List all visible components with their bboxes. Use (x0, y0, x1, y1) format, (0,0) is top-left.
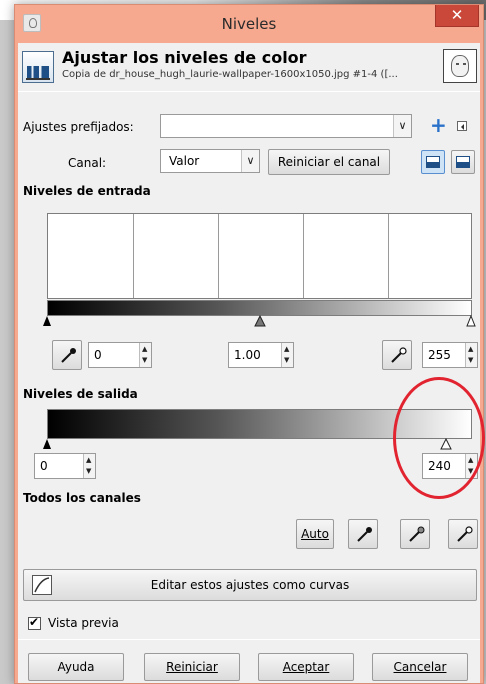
footer-divider (18, 639, 480, 640)
edit-as-curves-button[interactable]: Editar estos ajustes como curvas (23, 569, 477, 601)
header-divider (18, 91, 480, 92)
output-low-spinner[interactable]: 0 ▲ ▼ (34, 453, 96, 479)
curves-icon (32, 575, 52, 595)
spin-down-icon: ▼ (142, 356, 148, 364)
reset-button[interactable]: Reiniciar (144, 653, 240, 681)
help-button[interactable]: Ayuda (28, 653, 124, 681)
levels-dialog: Niveles ✕ Ajustar los niveles de color C… (14, 4, 484, 684)
output-levels-label: Niveles de salida (23, 387, 138, 401)
eyedropper-white-icon (457, 526, 473, 542)
dialog-heading: Ajustar los niveles de color (62, 48, 307, 67)
pick-black-button[interactable] (348, 519, 378, 549)
face-thumbnail-icon (451, 55, 469, 77)
spin-up-icon: ▲ (284, 345, 290, 353)
levels-tool-icon (22, 51, 54, 83)
dialog-body: Ajustar los niveles de color Copia de dr… (18, 43, 480, 683)
preview-checkbox[interactable] (28, 615, 41, 630)
eyedropper-black-icon (357, 527, 372, 542)
image-name: Copia de dr_house_hugh_laurie-wallpaper-… (62, 69, 398, 80)
black-point-slider[interactable] (42, 315, 52, 327)
eyedropper-black-icon (61, 348, 76, 363)
input-white-spinner[interactable]: 255 ▲ ▼ (422, 342, 478, 368)
pick-white-button[interactable] (448, 519, 478, 549)
linear-histogram-button[interactable] (421, 150, 445, 174)
add-preset-icon[interactable]: + (430, 115, 447, 135)
preset-menu-icon[interactable] (457, 121, 467, 131)
spin-down-icon: ▼ (284, 356, 290, 364)
chevron-down-icon[interactable]: ∨ (393, 115, 411, 137)
pick-gray-button[interactable] (400, 519, 430, 549)
white-eyedropper-button[interactable] (382, 340, 412, 370)
histogram-view (47, 213, 472, 299)
window-title: Niveles (221, 15, 277, 33)
input-gradient-bar (47, 300, 472, 316)
log-histogram-button[interactable] (451, 150, 475, 174)
black-eyedropper-button[interactable] (52, 340, 82, 370)
white-point-slider[interactable] (466, 315, 476, 327)
accept-button[interactable]: Aceptar (258, 653, 354, 681)
spin-down-icon: ▼ (86, 467, 92, 475)
channel-combo[interactable]: Valor ∨ (160, 149, 260, 173)
channel-value: Valor (169, 154, 200, 168)
spin-up-icon: ▲ (468, 345, 474, 353)
presets-label: Ajustes prefijados: (23, 120, 134, 134)
reset-channel-button[interactable]: Reiniciar el canal (268, 149, 390, 175)
output-low-slider[interactable] (42, 438, 52, 450)
log-histogram-icon (456, 156, 470, 168)
chevron-down-icon[interactable]: ∨ (241, 150, 259, 172)
all-channels-label: Todos los canales (23, 491, 141, 505)
eyedropper-white-icon (391, 347, 407, 363)
linear-histogram-icon (426, 156, 440, 168)
eyedropper-gray-icon (409, 526, 425, 542)
annotation-circle (393, 377, 485, 499)
spin-up-icon: ▲ (86, 456, 92, 464)
histogram-bars-icon (27, 66, 49, 78)
presets-combo[interactable]: ∨ (160, 114, 412, 138)
close-button[interactable]: ✕ (435, 5, 479, 27)
input-black-spinner[interactable]: 0 ▲ ▼ (88, 342, 152, 368)
auto-button[interactable]: Auto (296, 519, 334, 549)
input-gamma-spinner[interactable]: 1.00 ▲ ▼ (228, 342, 294, 368)
spin-down-icon: ▼ (468, 356, 474, 364)
preview-label: Vista previa (48, 616, 119, 630)
channel-label: Canal: (68, 156, 107, 170)
image-thumbnail (443, 49, 477, 83)
cancel-button[interactable]: Cancelar (372, 653, 468, 681)
input-levels-label: Niveles de entrada (23, 184, 151, 198)
spin-up-icon: ▲ (142, 345, 148, 353)
title-bar: Niveles ✕ (15, 5, 483, 43)
gamma-slider[interactable] (254, 315, 266, 327)
